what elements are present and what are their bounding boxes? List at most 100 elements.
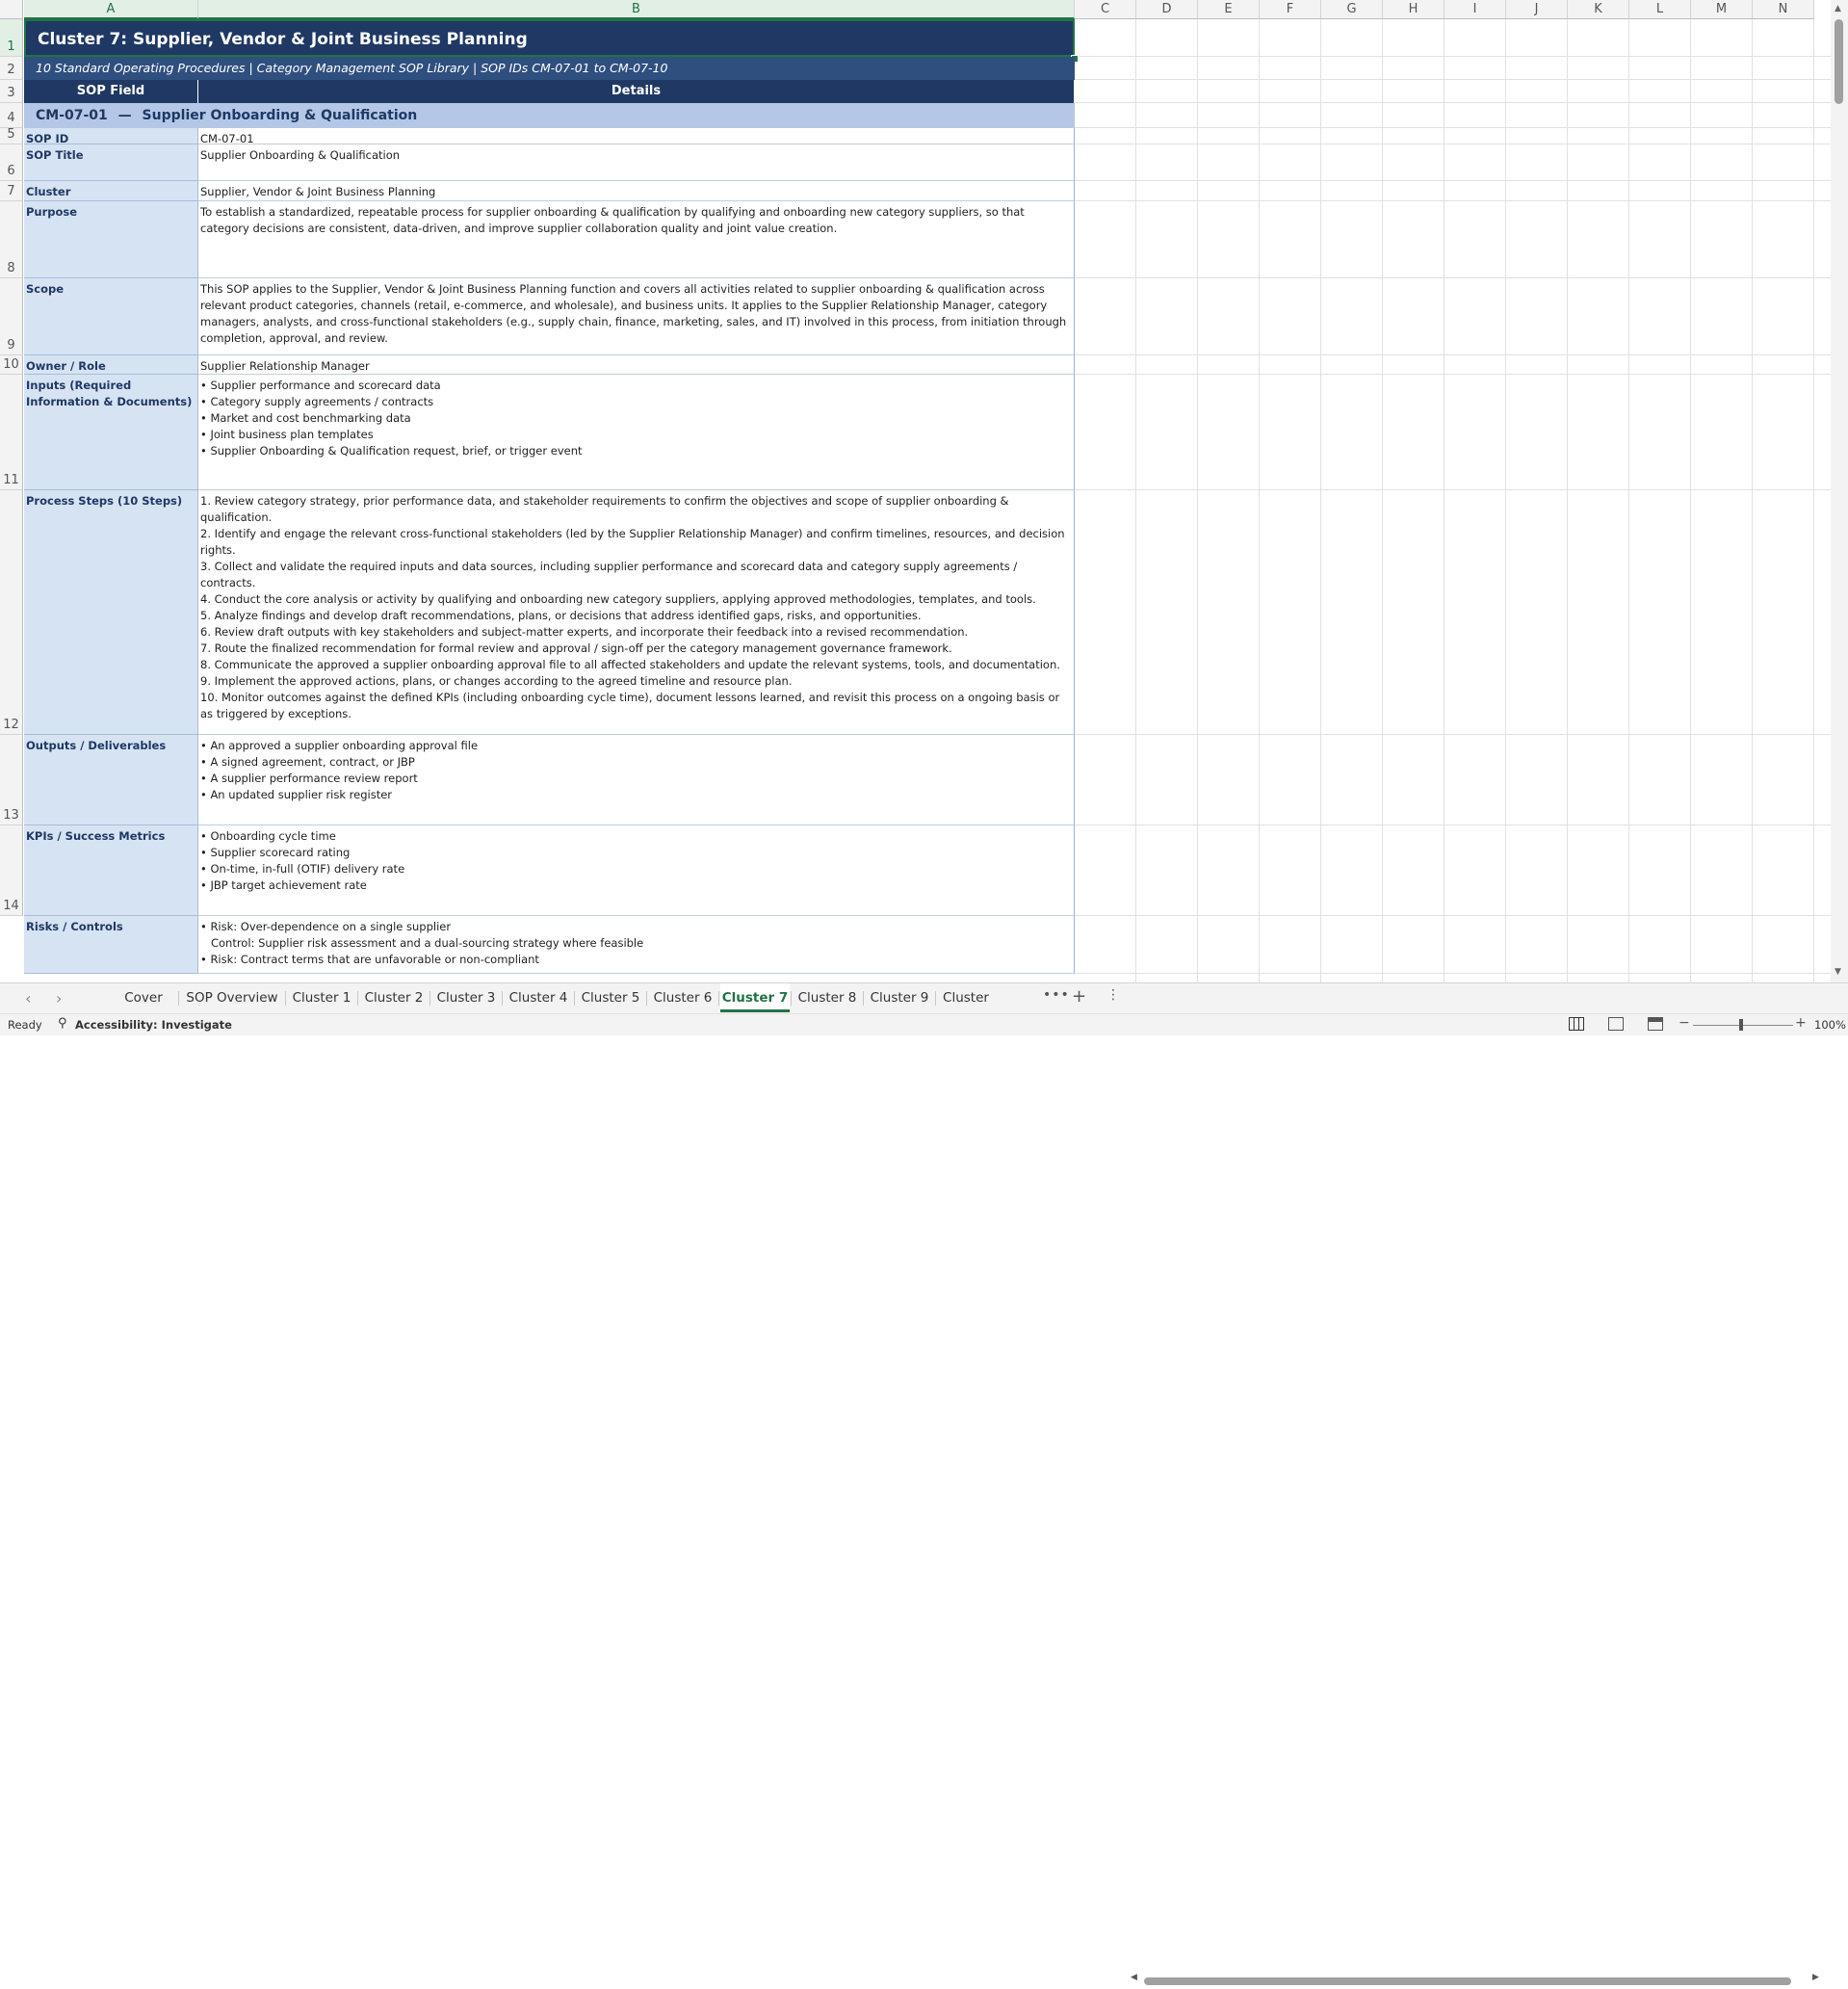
sheet-tab[interactable]: Cluster 4	[504, 983, 573, 1012]
column-header[interactable]: L	[1629, 0, 1691, 19]
row-header[interactable]: 2	[0, 57, 23, 80]
column-header[interactable]: I	[1445, 0, 1506, 19]
accessibility-status[interactable]: Accessibility: Investigate	[75, 1018, 232, 1032]
row-header[interactable]: 9	[0, 278, 23, 355]
next-sheet-icon[interactable]: ›	[56, 989, 62, 1008]
gridline	[1075, 973, 1831, 974]
column-header[interactable]: C	[1075, 0, 1136, 19]
row-header[interactable]: 7	[0, 181, 23, 201]
field-label[interactable]: Inputs (Required Information & Documents…	[24, 375, 198, 490]
page-layout-icon[interactable]	[1608, 1017, 1624, 1031]
field-label[interactable]: Purpose	[24, 201, 198, 278]
horizontal-scroll-thumb[interactable]	[1144, 1977, 1791, 1985]
column-header[interactable]: J	[1506, 0, 1568, 19]
field-value[interactable]: 1. Review category strategy, prior perfo…	[198, 490, 1075, 735]
row-header[interactable]: 8	[0, 201, 23, 278]
sheet-tab[interactable]: Cluster 2	[359, 983, 429, 1012]
column-header[interactable]: M	[1691, 0, 1753, 19]
row-header[interactable]: 12	[0, 490, 23, 735]
row-header[interactable]: 10	[0, 355, 23, 375]
sheet-subtitle-cell[interactable]: 10 Standard Operating Procedures | Categ…	[24, 57, 1075, 80]
column-header[interactable]: D	[1136, 0, 1198, 19]
normal-view-icon[interactable]	[1569, 1017, 1584, 1031]
accessibility-icon[interactable]: ⚲	[58, 1016, 67, 1031]
tab-separator	[502, 991, 503, 1006]
sheet-tab[interactable]: SOP Overview	[180, 983, 284, 1012]
sheet-tab[interactable]: Cluster 8	[793, 983, 862, 1012]
sheet-tab[interactable]: Cluster	[937, 983, 995, 1012]
more-sheets-icon[interactable]: •••	[1043, 987, 1070, 1003]
zoom-out-icon[interactable]: −	[1679, 1015, 1690, 1031]
sheet-tab[interactable]: Cluster 6	[648, 983, 717, 1012]
tab-separator	[429, 991, 430, 1006]
field-value[interactable]: • Onboarding cycle time • Supplier score…	[198, 825, 1075, 916]
field-value[interactable]: CM-07-01	[198, 128, 1075, 144]
column-header[interactable]: A	[24, 0, 198, 19]
gridline	[1135, 19, 1136, 982]
column-header[interactable]: B	[198, 0, 1075, 19]
spreadsheet-grid[interactable]: ABCDEFGHIJKLMN 1 2 3 4 5 6 7 8 9 10 11 12 13 14 Clust…	[0, 0, 1848, 982]
select-all-corner[interactable]	[0, 0, 23, 19]
row-header[interactable]: 3	[0, 80, 23, 103]
section-header-cell[interactable]: CM-07-01 — Supplier Onboarding & Qualifi…	[24, 103, 1075, 128]
page-break-icon[interactable]	[1648, 1017, 1663, 1031]
row-header[interactable]: 4	[0, 103, 23, 128]
sheet-tab[interactable]: Cluster 9	[865, 983, 934, 1012]
field-label[interactable]: Cluster	[24, 181, 198, 201]
column-header[interactable]: F	[1260, 0, 1321, 19]
sheet-tab[interactable]: Cluster 5	[576, 983, 645, 1012]
scroll-right-icon[interactable]: ▶	[1812, 1973, 1819, 1982]
field-value[interactable]: Supplier Relationship Manager	[198, 355, 1075, 375]
column-header[interactable]: K	[1568, 0, 1629, 19]
field-value[interactable]: • An approved a supplier onboarding appr…	[198, 735, 1075, 825]
field-label[interactable]: SOP Title	[24, 144, 198, 181]
prev-sheet-icon[interactable]: ‹	[25, 989, 31, 1008]
header-sop-field[interactable]: SOP Field	[24, 80, 198, 103]
column-header[interactable]: N	[1753, 0, 1814, 19]
zoom-slider-track[interactable]	[1693, 1025, 1793, 1026]
scroll-left-icon[interactable]: ◀	[1131, 1973, 1137, 1982]
row-header[interactable]: 11	[0, 375, 23, 490]
field-label[interactable]: Risks / Controls	[24, 916, 198, 974]
row-header[interactable]: 1	[0, 19, 23, 57]
vertical-scroll-thumb[interactable]	[1835, 19, 1843, 104]
gridline	[1505, 19, 1506, 982]
scroll-up-icon[interactable]: ▲	[1835, 4, 1841, 13]
horizontal-scrollbar[interactable]: ◀ ▶	[1127, 1972, 1825, 1989]
row-header[interactable]: 5	[0, 127, 23, 144]
field-value[interactable]: This SOP applies to the Supplier, Vendor…	[198, 278, 1075, 355]
zoom-level[interactable]: 100%	[1814, 1018, 1846, 1032]
field-value[interactable]: Supplier Onboarding & Qualification	[198, 144, 1075, 181]
add-sheet-icon[interactable]: +	[1072, 986, 1086, 1007]
field-label[interactable]: Outputs / Deliverables	[24, 735, 198, 825]
column-header[interactable]: G	[1321, 0, 1383, 19]
field-label[interactable]: Owner / Role	[24, 355, 198, 375]
options-icon[interactable]: ⋮	[1106, 987, 1120, 1003]
sheet-title-cell[interactable]: Cluster 7: Supplier, Vendor & Joint Busi…	[24, 19, 1075, 57]
row-header[interactable]: 14	[0, 825, 23, 916]
tab-separator	[357, 991, 358, 1006]
zoom-in-icon[interactable]: +	[1795, 1015, 1807, 1031]
field-label[interactable]: SOP ID	[24, 128, 198, 144]
column-header[interactable]: E	[1198, 0, 1260, 19]
field-label[interactable]: KPIs / Success Metrics	[24, 825, 198, 916]
row-header[interactable]: 13	[0, 735, 23, 825]
gridline	[1075, 79, 1831, 80]
field-value[interactable]: Supplier, Vendor & Joint Business Planni…	[198, 181, 1075, 201]
row-header[interactable]: 6	[0, 144, 23, 181]
sheet-tab[interactable]: Cluster 7	[720, 983, 790, 1012]
field-value[interactable]: • Risk: Over-dependence on a single supp…	[198, 916, 1075, 974]
row-number: 3	[7, 86, 15, 100]
field-value[interactable]: To establish a standardized, repeatable …	[198, 201, 1075, 278]
sheet-tab[interactable]: Cluster 3	[431, 983, 501, 1012]
column-header[interactable]: H	[1383, 0, 1445, 19]
scroll-down-icon[interactable]: ▼	[1835, 967, 1841, 977]
sheet-tab[interactable]: Cover	[110, 983, 177, 1012]
sheet-tab[interactable]: Cluster 1	[287, 983, 356, 1012]
zoom-slider-thumb[interactable]	[1739, 1019, 1743, 1031]
field-value[interactable]: • Supplier performance and scorecard dat…	[198, 375, 1075, 490]
vertical-scrollbar[interactable]: ▲ ▼	[1831, 0, 1848, 982]
field-label[interactable]: Scope	[24, 278, 198, 355]
header-details[interactable]: Details	[198, 80, 1075, 103]
field-label[interactable]: Process Steps (10 Steps)	[24, 490, 198, 735]
